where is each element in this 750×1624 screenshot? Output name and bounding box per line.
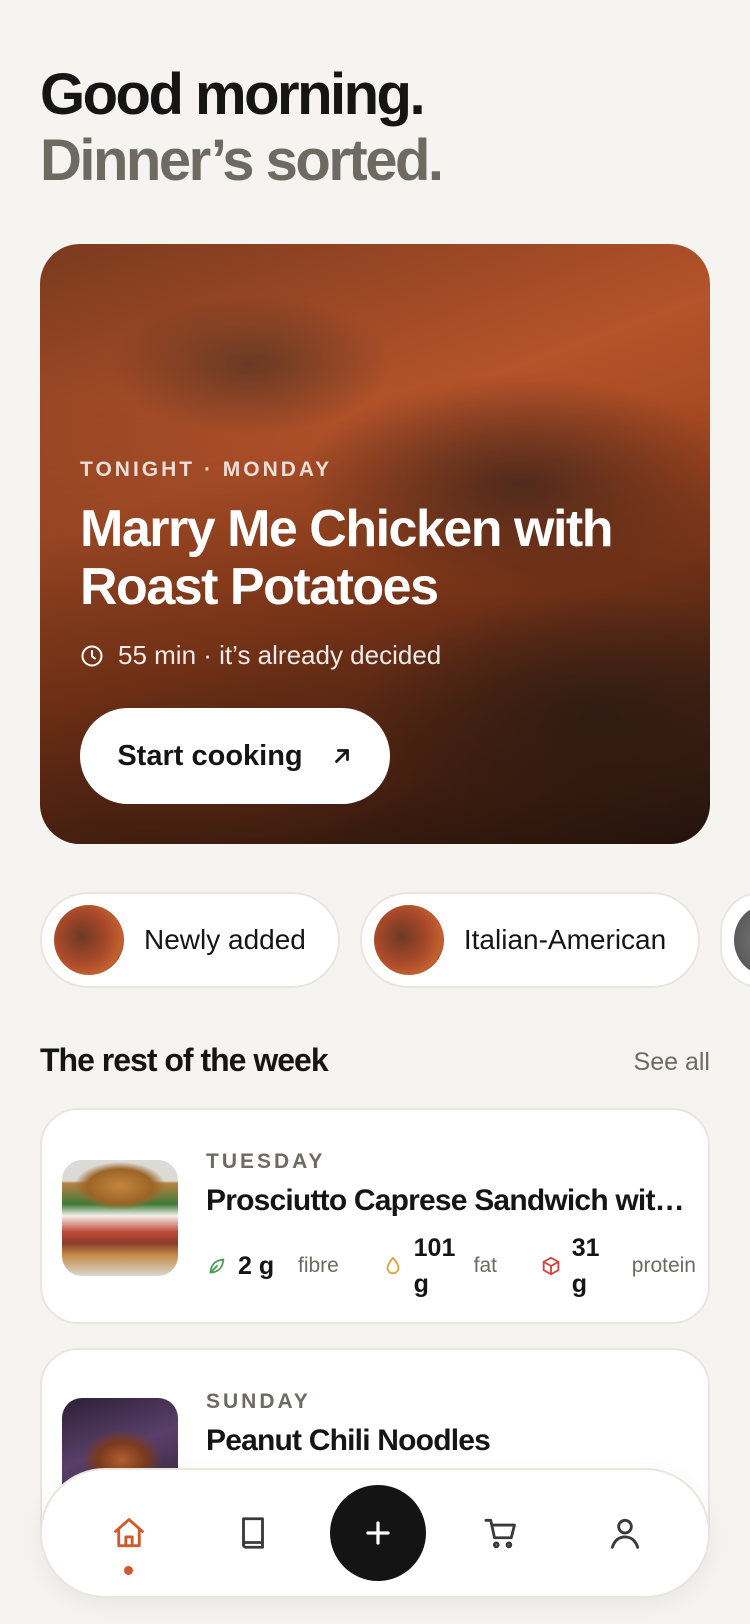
- greeting-subline: Dinner’s sorted.: [40, 128, 444, 193]
- macro-value: 31 g: [571, 1234, 600, 1298]
- home-icon: [114, 1518, 144, 1548]
- meal-day: SUNDAY: [206, 1390, 311, 1413]
- greeting: Good morning. Dinner’s sorted.: [40, 62, 444, 194]
- hero-recipe-title: Marry Me Chicken with Roast Potatoes: [80, 500, 613, 616]
- nav-recipes[interactable]: [208, 1470, 298, 1596]
- screen: Good morning. Dinner’s sorted. TONIGHT ·…: [0, 0, 750, 1624]
- nav-cart[interactable]: [456, 1470, 546, 1596]
- macro-row: 2 g fibre 101 g fat 31 g protein: [206, 1230, 696, 1302]
- cube-icon: [542, 1256, 560, 1276]
- cart-icon: [484, 1518, 516, 1549]
- nav-profile[interactable]: [580, 1470, 670, 1596]
- see-all-link[interactable]: See all: [634, 1048, 710, 1077]
- category-chips: Newly added Italian-American: [40, 892, 750, 988]
- macro-value: 101 g: [413, 1234, 456, 1298]
- active-indicator: [124, 1566, 133, 1575]
- macro-protein: 31 g protein: [540, 1230, 696, 1302]
- profile-icon: [610, 1518, 640, 1549]
- macro-label: fibre: [298, 1254, 339, 1277]
- macro-fibre: 2 g fibre: [206, 1230, 339, 1302]
- chip-thumbnail: [54, 905, 124, 975]
- hero-meta: 55 min · it’s already decided: [80, 640, 441, 671]
- meal-thumbnail: [62, 1160, 178, 1276]
- leaf-icon: [209, 1258, 225, 1274]
- meal-day: TUESDAY: [206, 1150, 326, 1173]
- macro-label: fat: [473, 1254, 497, 1277]
- week-section-title: The rest of the week: [40, 1042, 329, 1078]
- add-button[interactable]: [330, 1485, 426, 1581]
- meal-name: Peanut Chili Noodles: [206, 1424, 491, 1457]
- macro-value: 2 g: [238, 1252, 275, 1280]
- macro-fat: 101 g fat: [382, 1230, 497, 1302]
- chip-thumbnail: [373, 905, 444, 975]
- chip-partial[interactable]: [720, 892, 750, 988]
- tonight-hero-card[interactable]: TONIGHT · MONDAY Marry Me Chicken with R…: [40, 244, 710, 844]
- drop-icon: [386, 1256, 400, 1275]
- chip-label: Italian-American: [463, 924, 667, 955]
- plus-icon: [366, 1521, 390, 1545]
- chip-newly-added[interactable]: Newly added: [40, 892, 340, 988]
- book-icon: [242, 1517, 264, 1549]
- chip-label: Newly added: [144, 924, 306, 955]
- bottom-nav: [40, 1468, 710, 1598]
- hero-kicker: TONIGHT · MONDAY: [80, 458, 333, 481]
- arrow-up-right-icon: [334, 749, 349, 763]
- start-cooking-label: Start cooking: [117, 739, 303, 772]
- clock-icon: [81, 645, 103, 666]
- macro-label: protein: [631, 1254, 696, 1277]
- start-cooking-button[interactable]: Start cooking: [80, 708, 390, 804]
- meal-name: Prosciutto Caprese Sandwich with ...: [206, 1184, 696, 1217]
- hero-meta-text: 55 min · it’s already decided: [118, 640, 442, 670]
- greeting-line: Good morning.: [40, 62, 426, 127]
- chip-italian-american[interactable]: Italian-American: [359, 892, 701, 988]
- nav-home[interactable]: [84, 1470, 174, 1596]
- chip-thumbnail: [734, 905, 750, 975]
- meal-card-tuesday[interactable]: TUESDAY Prosciutto Caprese Sandwich with…: [40, 1108, 710, 1324]
